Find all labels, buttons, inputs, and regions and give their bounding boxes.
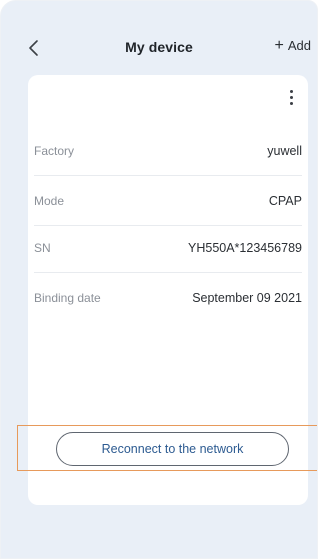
factory-row: Factory yuwell xyxy=(34,126,302,176)
serial-number-value: YH550A*123456789 xyxy=(188,240,302,255)
mode-row: Mode CPAP xyxy=(34,176,302,226)
add-device-button[interactable]: + Add xyxy=(274,36,311,54)
more-options-icon[interactable] xyxy=(286,90,296,112)
binding-date-value: September 09 2021 xyxy=(192,291,302,305)
serial-number-label: SN xyxy=(34,240,51,255)
binding-date-row: Binding date September 09 2021 xyxy=(34,273,302,323)
page-title: My device xyxy=(125,39,193,55)
factory-label: Factory xyxy=(34,143,75,158)
mode-value: CPAP xyxy=(268,193,302,208)
phone-screen: My device + Add Factory yuwell Mode CPAP… xyxy=(0,0,318,559)
more-dot xyxy=(289,102,293,105)
more-dot xyxy=(289,96,293,99)
factory-value: yuwell xyxy=(267,143,302,158)
reconnect-network-button[interactable]: Reconnect to the network xyxy=(56,432,289,466)
plus-icon: + xyxy=(274,36,284,54)
add-button-label: Add xyxy=(287,38,311,53)
mode-label: Mode xyxy=(34,193,65,208)
binding-date-label: Binding date xyxy=(34,291,101,305)
more-dot xyxy=(289,90,293,93)
serial-number-row: SN YH550A*123456789 xyxy=(34,223,302,273)
